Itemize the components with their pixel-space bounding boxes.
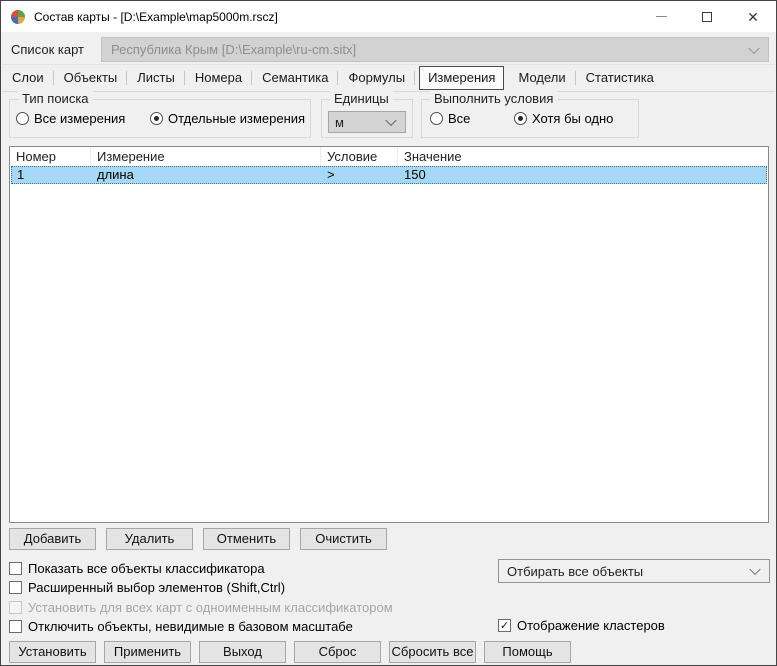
checkbox-icon [9, 601, 22, 614]
reset-all-button[interactable]: Сбросить все [389, 641, 476, 663]
row-cell-condition: > [327, 167, 335, 182]
radio-at-least-one[interactable]: Хотя бы одно [514, 111, 613, 126]
group-conditions-legend: Выполнить условия [430, 91, 558, 106]
titlebar: Состав карты - [D:\Example\map5000m.rscz… [1, 1, 776, 32]
column-header-condition[interactable]: Условие [321, 147, 398, 166]
checkbox-label: Отключить объекты, невидимые в базовом м… [28, 619, 353, 634]
close-icon: ✕ [747, 8, 759, 25]
minimize-icon [655, 16, 667, 17]
column-header-measurement[interactable]: Измерение [91, 147, 321, 166]
object-selection-mode-combobox[interactable]: Отбирать все объекты [498, 559, 770, 583]
units-combobox[interactable]: м [328, 111, 406, 133]
chevron-down-icon [748, 42, 760, 54]
radio-icon [514, 112, 527, 125]
map-list-value: Республика Крым [D:\Example\ru-cm.sitx] [111, 42, 357, 57]
map-list-label: Список карт [11, 42, 84, 57]
chevron-down-icon [749, 563, 761, 576]
reset-button[interactable]: Сброс [294, 641, 381, 663]
tab-semantics[interactable]: Семантика [252, 66, 339, 90]
checkbox-checked-icon: ✓ [498, 619, 511, 632]
group-units: Единицы м [321, 91, 413, 138]
checkbox-icon [9, 581, 22, 594]
window-controls: ✕ [638, 1, 776, 32]
measurements-table: Номер Измерение Условие Значение 1 длина… [9, 146, 769, 523]
radio-label: Отдельные измерения [168, 111, 306, 126]
help-button[interactable]: Помощь [484, 641, 571, 663]
tab-numbers[interactable]: Номера [185, 66, 253, 90]
chevron-down-icon [385, 114, 397, 127]
clear-button[interactable]: Очистить [300, 528, 387, 550]
table-row[interactable]: 1 длина > 150 [11, 166, 767, 184]
map-list-combobox[interactable]: Республика Крым [D:\Example\ru-cm.sitx] [101, 37, 769, 62]
tab-statistics[interactable]: Статистика [576, 66, 664, 90]
checkbox-label: Расширенный выбор элементов (Shift,Ctrl) [28, 580, 286, 595]
tab-formulas[interactable]: Формулы [338, 66, 415, 90]
group-search-type: Тип поиска Все измерения Отдельные измер… [9, 91, 311, 138]
radio-label: Все измерения [34, 111, 126, 126]
checkbox-label: Установить для всех карт с одноименным к… [28, 600, 393, 615]
tab-sheets[interactable]: Листы [127, 66, 185, 90]
column-header-value[interactable]: Значение [398, 147, 768, 166]
checkbox-icon [9, 562, 22, 575]
units-value: м [335, 114, 344, 130]
cancel-row-button[interactable]: Отменить [203, 528, 290, 550]
checkbox-show-all-classifier-objects[interactable]: Показать все объекты классификатора [9, 561, 265, 576]
close-button[interactable]: ✕ [730, 1, 776, 32]
delete-button[interactable]: Удалить [106, 528, 193, 550]
row-cell-value: 150 [404, 167, 426, 182]
exit-button[interactable]: Выход [199, 641, 286, 663]
checkbox-icon [9, 620, 22, 633]
tab-models[interactable]: Модели [508, 66, 576, 90]
group-units-legend: Единицы [330, 91, 393, 106]
radio-all-measurements[interactable]: Все измерения [16, 111, 125, 126]
checkbox-disable-invisible-objects[interactable]: Отключить объекты, невидимые в базовом м… [9, 619, 353, 634]
checkbox-display-clusters[interactable]: ✓ Отображение кластеров [498, 618, 665, 633]
column-header-number[interactable]: Номер [10, 147, 91, 166]
radio-label: Все [448, 111, 471, 126]
set-button[interactable]: Установить [9, 641, 96, 663]
group-conditions: Выполнить условия Все Хотя бы одно [421, 91, 639, 138]
tab-bar: Слои Объекты Листы Номера Семантика Форм… [2, 64, 775, 92]
window-title: Состав карты - [D:\Example\map5000m.rscz… [34, 9, 278, 24]
apply-button[interactable]: Применить [104, 641, 191, 663]
tab-layers[interactable]: Слои [2, 66, 54, 90]
minimize-button[interactable] [638, 1, 684, 32]
radio-all-conditions[interactable]: Все [430, 111, 470, 126]
tab-objects[interactable]: Объекты [54, 66, 128, 90]
maximize-button[interactable] [684, 1, 730, 32]
row-cell-number: 1 [17, 167, 25, 182]
maximize-icon [702, 11, 712, 22]
row-cell-measurement: длина [97, 167, 134, 182]
checkbox-label: Показать все объекты классификатора [28, 561, 265, 576]
tab-measurements[interactable]: Измерения [419, 66, 505, 90]
radio-label: Хотя бы одно [532, 111, 614, 126]
radio-icon [16, 112, 29, 125]
checkbox-set-for-all-maps: Установить для всех карт с одноименным к… [9, 600, 393, 615]
group-search-type-legend: Тип поиска [18, 91, 93, 106]
radio-icon [430, 112, 443, 125]
app-icon [10, 9, 26, 25]
checkbox-extended-selection[interactable]: Расширенный выбор элементов (Shift,Ctrl) [9, 580, 285, 595]
dialog-window: Состав карты - [D:\Example\map5000m.rscz… [0, 0, 777, 666]
checkbox-label: Отображение кластеров [517, 618, 665, 633]
add-button[interactable]: Добавить [9, 528, 96, 550]
radio-individual-measurements[interactable]: Отдельные измерения [150, 111, 305, 126]
selection-mode-value: Отбирать все объекты [507, 563, 644, 579]
radio-icon [150, 112, 163, 125]
